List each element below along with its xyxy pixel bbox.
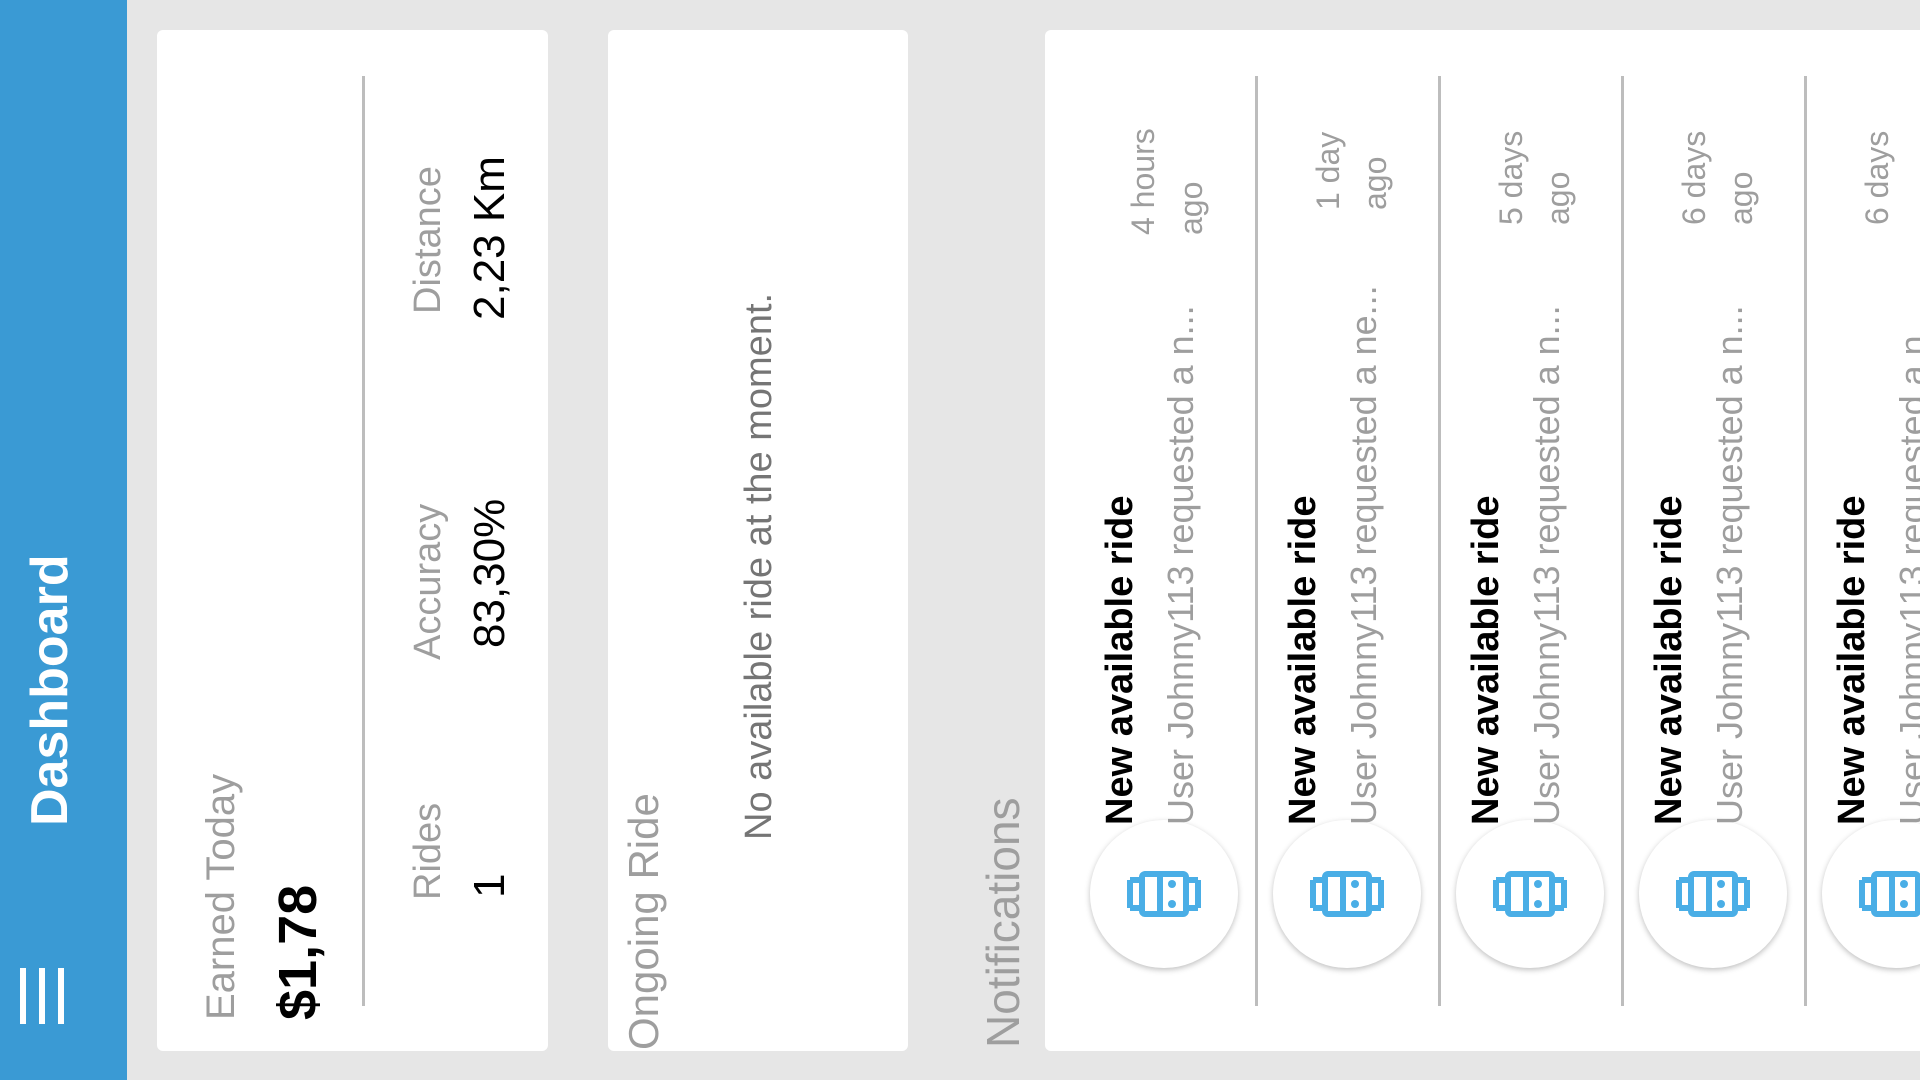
- notification-title: New available ride: [1282, 495, 1324, 826]
- rides-label: Rides: [407, 802, 449, 900]
- notification-time: 5 days: [1493, 130, 1529, 225]
- ride-icon-container: [1822, 820, 1920, 968]
- notification-time-suffix: ago: [1357, 156, 1393, 210]
- ride-icon-container: [1456, 820, 1604, 968]
- ongoing-ride-label: Ongoing Ride: [620, 793, 667, 1050]
- notification-time: 6 days: [1859, 130, 1895, 225]
- earned-today-card: Earned Today $1,78 Rides 1 Accuracy 83,3…: [157, 30, 548, 1051]
- notification-body: User Johnny113 requested a n...: [1526, 305, 1567, 825]
- notification-divider: [1438, 76, 1441, 1006]
- notification-time-suffix: ago: [1723, 171, 1759, 225]
- distance-value: 2,23 Km: [465, 156, 514, 320]
- notifications-label: Notifications: [977, 797, 1029, 1048]
- car-icon: [1127, 871, 1201, 917]
- car-icon: [1676, 871, 1750, 917]
- notification-title: New available ride: [1831, 495, 1873, 826]
- notification-title: New available ride: [1099, 495, 1141, 826]
- notification-body: User Johnny113 requested a n...: [1709, 305, 1750, 825]
- ride-icon-container: [1273, 820, 1421, 968]
- accuracy-value: 83,30%: [465, 498, 514, 648]
- car-icon: [1859, 871, 1920, 917]
- rides-value: 1: [465, 873, 514, 898]
- car-icon: [1310, 871, 1384, 917]
- notification-time: 1 day: [1310, 131, 1346, 210]
- earned-divider: [362, 76, 365, 1006]
- ongoing-ride-empty-text: No available ride at the moment.: [738, 292, 780, 840]
- notifications-card: New available ride User Johnny113 reques…: [1045, 30, 1920, 1051]
- page-title: Dashboard: [21, 554, 79, 826]
- notification-divider: [1804, 76, 1807, 1006]
- notification-body: User Johnny113 requested a n...: [1892, 305, 1920, 825]
- notification-time: 6 days: [1676, 130, 1712, 225]
- notification-title: New available ride: [1465, 495, 1507, 826]
- notification-time: 4 hours: [1125, 128, 1161, 235]
- notification-body: User Johnny113 requested a ne...: [1343, 285, 1384, 825]
- earned-today-amount: $1,78: [268, 884, 328, 1020]
- notification-body: User Johnny113 requested a n...: [1160, 305, 1201, 825]
- earned-today-label: Earned Today: [199, 773, 243, 1020]
- car-icon: [1493, 871, 1567, 917]
- notification-time-suffix: ago: [1540, 171, 1576, 225]
- notification-time-suffix: ago: [1173, 181, 1209, 235]
- ongoing-ride-card: Ongoing Ride No available ride at the mo…: [608, 30, 908, 1051]
- menu-icon[interactable]: [20, 968, 64, 1024]
- notification-title: New available ride: [1648, 495, 1690, 826]
- distance-label: Distance: [407, 166, 449, 314]
- app-bar: Dashboard: [0, 0, 127, 1080]
- ride-icon-container: [1639, 820, 1787, 968]
- notification-divider: [1255, 76, 1258, 1006]
- notification-divider: [1621, 76, 1624, 1006]
- accuracy-label: Accuracy: [407, 503, 449, 660]
- ride-icon-container: [1090, 820, 1238, 968]
